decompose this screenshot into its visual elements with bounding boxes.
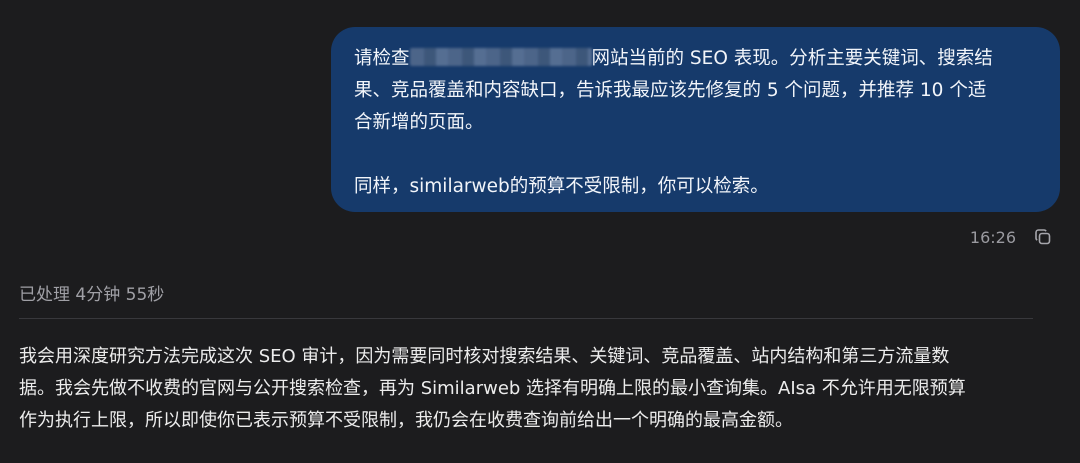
user-message-line: 合新增的页面。 — [354, 112, 484, 133]
copy-icon[interactable] — [1032, 226, 1054, 248]
message-meta: 16:26 — [970, 225, 1054, 249]
chat-view: 请检查 网站当前的 SEO 表现。分析主要关键词、搜索结 果、竞品覆盖和内容缺口，… — [0, 0, 1080, 463]
assistant-reply-line: 作为执行上限，所以即使你已表示预算不受限制，我仍会在收费查询前给出一个明确的最高… — [19, 410, 793, 431]
redacted-url — [409, 48, 592, 66]
user-message-line: 请检查 网站当前的 SEO 表现。分析主要关键词、搜索结 — [354, 48, 993, 69]
assistant-reply-line: 据。我会先做不收费的官网与公开搜索检查，再为 Similarweb 选择有明确上… — [19, 378, 966, 399]
divider — [19, 318, 1033, 319]
processing-status[interactable]: 已处理 4分钟 55秒 — [19, 280, 164, 305]
assistant-reply-line: 我会用深度研究方法完成这次 SEO 审计，因为需要同时核对搜索结果、关键词、竞品… — [19, 346, 950, 367]
user-message-line: 果、竞品覆盖和内容缺口，告诉我最应该先修复的 5 个问题，并推荐 10 个适 — [354, 80, 987, 101]
assistant-reply: 我会用深度研究方法完成这次 SEO 审计，因为需要同时核对搜索结果、关键词、竞品… — [19, 341, 1069, 437]
message-timestamp: 16:26 — [969, 227, 1016, 247]
user-message-line: 同样，similarweb的预算不受限制，你可以检索。 — [354, 176, 769, 197]
user-message-bubble: 请检查 网站当前的 SEO 表现。分析主要关键词、搜索结 果、竞品覆盖和内容缺口，… — [331, 27, 1060, 212]
